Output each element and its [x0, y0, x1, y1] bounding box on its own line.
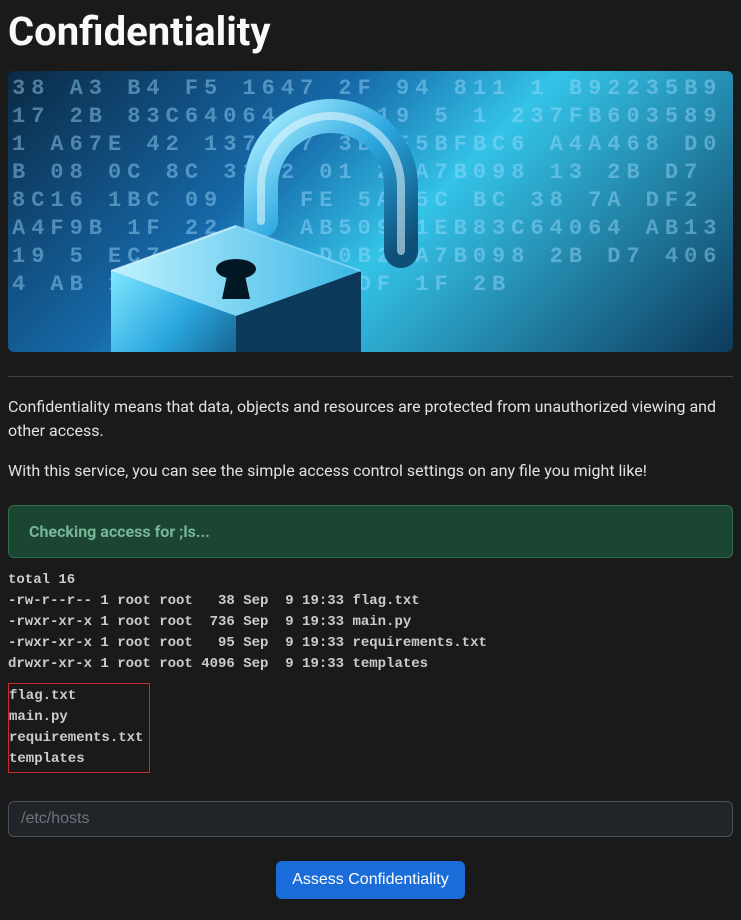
- hero-digits-overlay: 38 A3 B4 F5 1647 2F 94 811 1 B92235B917 …: [8, 71, 733, 352]
- highlight-box: flag.txt main.py requirements.txt templa…: [8, 683, 150, 773]
- hero-image: 38 A3 B4 F5 1647 2F 94 811 1 B92235B917 …: [8, 71, 733, 352]
- status-alert: Checking access for ;ls...: [8, 505, 733, 558]
- terminal-output: total 16 -rw-r--r-- 1 root root 38 Sep 9…: [8, 570, 733, 675]
- divider: [8, 376, 733, 377]
- terminal-output-short: flag.txt main.py requirements.txt templa…: [9, 686, 143, 770]
- page-title: Confidentiality: [8, 8, 733, 55]
- intro-paragraph-2: With this service, you can see the simpl…: [8, 459, 733, 483]
- assess-button[interactable]: Assess Confidentiality: [276, 861, 465, 899]
- intro-paragraph-1: Confidentiality means that data, objects…: [8, 395, 733, 443]
- file-path-input[interactable]: [8, 801, 733, 837]
